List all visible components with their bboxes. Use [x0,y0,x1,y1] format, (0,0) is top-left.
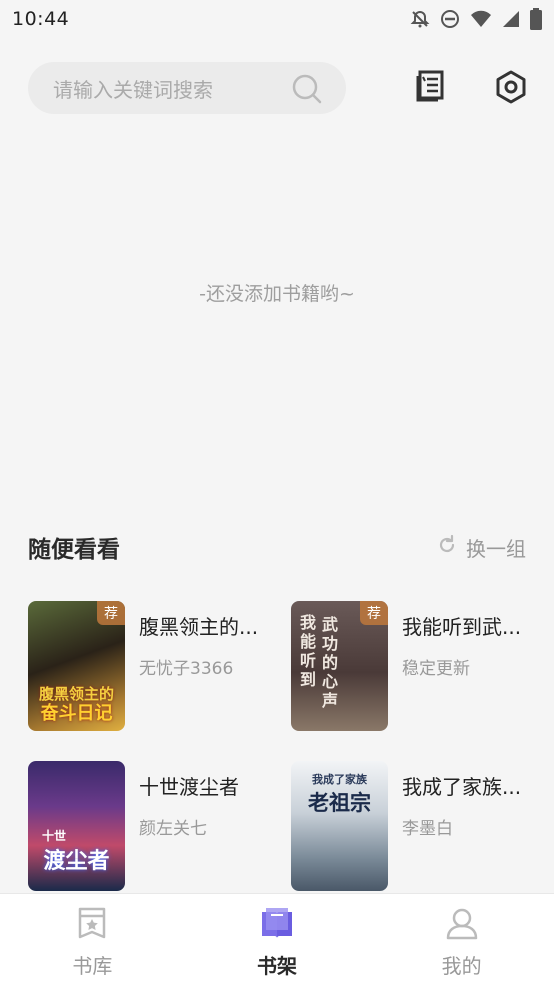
book-author: 稳定更新 [402,659,470,679]
book-author: 李墨白 [402,819,453,839]
book-cover: 荐 腹黑领主的 奋斗日记 [28,601,125,731]
notifications-off-icon [410,9,430,29]
empty-shelf-message: -还没添加书籍哟~ [199,283,355,305]
search-icon[interactable] [290,72,324,110]
nav-item-bookshelf[interactable]: 书架 [185,894,370,985]
nav-label-bookshelf: 书架 [257,954,297,978]
book-card[interactable]: 渡尘者 十世 十世渡尘者 颜左关七 [28,761,268,891]
refresh-label: 换一组 [466,537,526,561]
book-author: 颜左关七 [139,819,207,839]
book-title: 我能听到武... [402,615,522,639]
nav-item-library[interactable]: 书库 [0,894,185,985]
book-list-icon[interactable] [414,68,450,108]
refresh-icon [436,534,458,561]
do-not-disturb-icon [440,9,460,29]
bottom-nav: 书库 书架 我的 [0,893,554,985]
book-card[interactable]: 荐 武功的心声 我能听到 我能听到武... 稳定更新 [291,601,531,731]
refresh-button[interactable]: 换一组 [436,533,526,562]
recommend-header: 随便看看 换一组 [28,528,526,568]
nav-item-profile[interactable]: 我的 [369,894,554,985]
cover-title-text: 奋斗日记 [40,703,113,724]
book-author: 无忧子3366 [139,659,234,679]
cover-title-text: 十世 [42,829,67,843]
recommend-title: 随便看看 [28,537,120,563]
cover-title-text: 渡尘者 [43,848,110,874]
search-input[interactable]: 请输入关键词搜索 [28,62,346,114]
recommend-badge: 荐 [97,601,125,625]
battery-icon [530,8,542,30]
book-card[interactable]: 荐 腹黑领主的 奋斗日记 腹黑领主的... 无忧子3366 [28,601,268,731]
book-title: 十世渡尘者 [139,775,239,799]
signal-icon [502,9,520,29]
status-icons [410,8,542,30]
profile-icon [445,906,479,944]
settings-icon[interactable] [492,68,530,110]
book-cover: 渡尘者 十世 [28,761,125,891]
book-cover: 荐 武功的心声 我能听到 [291,601,388,731]
recommend-badge: 荐 [360,601,388,625]
nav-label-library: 书库 [72,954,113,978]
status-bar: 10:44 [0,0,554,38]
header: 请输入关键词搜索 [0,58,554,118]
status-time: 10:44 [12,8,70,30]
library-icon [75,906,109,944]
bookshelf-icon [259,906,295,944]
book-card[interactable]: 我成了家族 老祖宗 我成了家族... 李墨白 [291,761,531,891]
wifi-icon [470,9,492,29]
cover-title-text: 我能听到 [299,613,316,689]
book-cover: 我成了家族 老祖宗 [291,761,388,891]
cover-title-text: 武功的心声 [321,615,338,710]
cover-title-text: 我成了家族 [312,773,367,786]
nav-label-profile: 我的 [441,954,482,978]
book-title: 我成了家族... [402,775,522,799]
cover-title-text: 老祖宗 [308,790,371,815]
book-title: 腹黑领主的... [139,615,259,639]
